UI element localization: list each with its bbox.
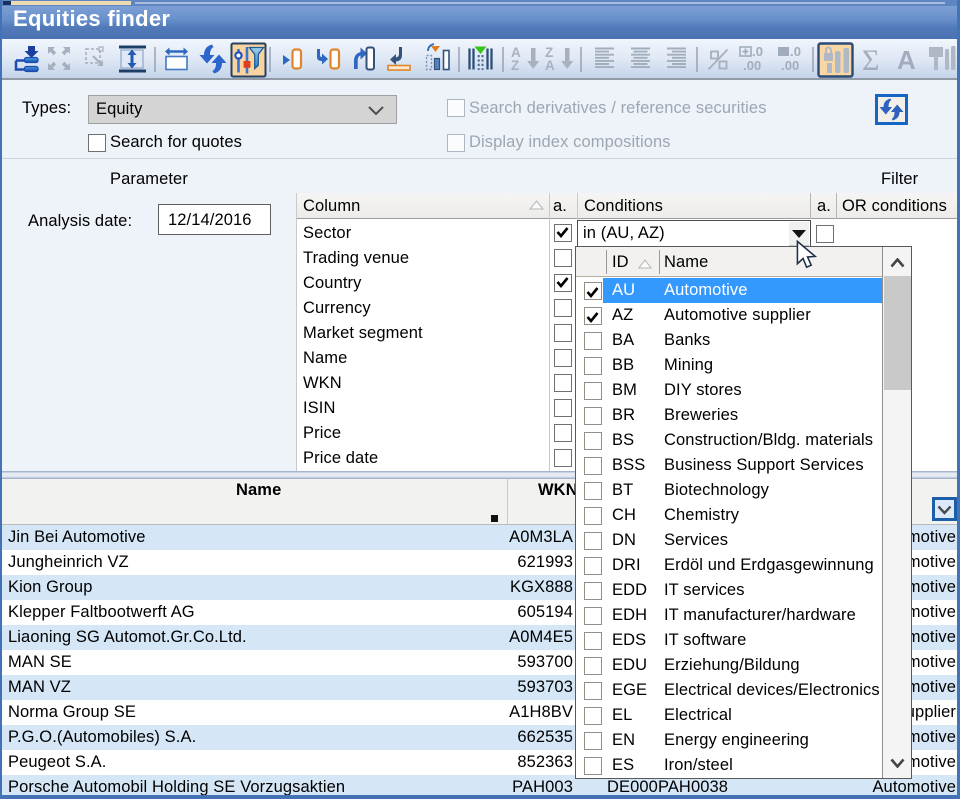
svg-text:.0: .0 xyxy=(790,44,801,59)
svg-text:Z: Z xyxy=(511,58,519,73)
svg-text:.00: .00 xyxy=(781,58,799,73)
svg-text:.0: .0 xyxy=(752,44,763,59)
svg-text:A: A xyxy=(545,58,555,73)
svg-text:A: A xyxy=(897,45,916,75)
svg-text:Σ: Σ xyxy=(862,44,880,77)
svg-text:.00: .00 xyxy=(743,58,761,73)
